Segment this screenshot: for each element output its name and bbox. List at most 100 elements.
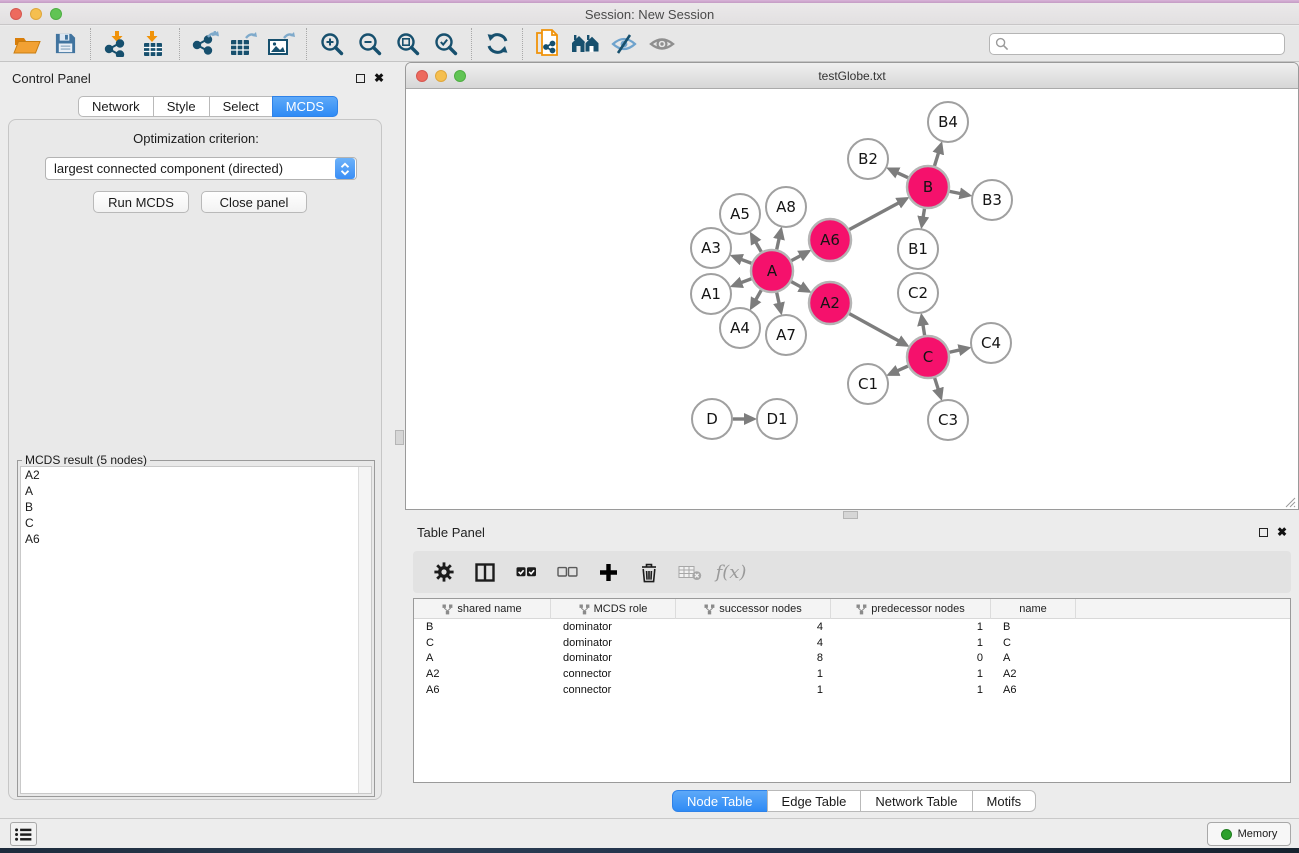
delete-columns-button[interactable] — [636, 562, 662, 583]
column-header-shared-name[interactable]: shared name — [414, 599, 551, 619]
close-panel-icon[interactable]: ✖ — [374, 73, 384, 83]
graph-node-A[interactable]: A — [751, 250, 793, 292]
export-network-button[interactable] — [186, 28, 224, 60]
export-table-button[interactable] — [224, 28, 262, 60]
graph-edge-C-C4[interactable] — [949, 350, 959, 352]
table-cell[interactable]: 1 — [676, 667, 831, 683]
table-cell[interactable]: 1 — [831, 636, 991, 652]
zoom-out-button[interactable] — [351, 28, 389, 60]
tab-network-table[interactable]: Network Table — [860, 790, 972, 812]
memory-button[interactable]: Memory — [1207, 822, 1291, 846]
graph-node-A8[interactable]: A8 — [766, 187, 806, 227]
column-header-name[interactable]: name — [991, 599, 1076, 619]
graph-node-B2[interactable]: B2 — [848, 139, 888, 179]
graph-node-C1[interactable]: C1 — [848, 364, 888, 404]
mcds-result-item[interactable]: C — [21, 515, 371, 531]
table-cell[interactable]: B — [991, 620, 1076, 636]
table-cell[interactable]: connector — [551, 667, 676, 683]
table-row-A2[interactable]: A2connector11A2 — [414, 667, 1290, 683]
mcds-result-item[interactable]: B — [21, 499, 371, 515]
save-session-button[interactable] — [46, 28, 84, 60]
graph-edge-A-A1[interactable] — [741, 279, 751, 283]
open-session-button[interactable] — [8, 28, 46, 60]
refresh-button[interactable] — [478, 28, 516, 60]
graph-edge-A6-B[interactable] — [849, 203, 899, 230]
graph-edge-C-C2[interactable] — [923, 325, 925, 336]
graph-edge-B-B3[interactable] — [950, 191, 961, 193]
mcds-result-list[interactable]: A2ABCA6 — [20, 466, 372, 794]
float-panel-icon[interactable] — [356, 74, 365, 83]
tab-select[interactable]: Select — [209, 96, 273, 117]
mcds-result-item[interactable]: A6 — [21, 531, 371, 547]
graph-node-A2[interactable]: A2 — [809, 282, 851, 324]
table-cell[interactable]: 1 — [831, 620, 991, 636]
import-table-button[interactable] — [135, 28, 173, 60]
network-canvas[interactable]: AA1A2A3A4A5A6A7A8BB1B2B3B4CC1C2C3C4DD1 — [407, 90, 1297, 509]
graph-edge-C-C1[interactable] — [897, 366, 908, 371]
graph-edge-A-A8[interactable] — [777, 238, 779, 249]
network-window-titlebar[interactable]: testGlobe.txt — [406, 63, 1298, 89]
list-scrollbar[interactable] — [358, 467, 371, 793]
mcds-result-item[interactable]: A — [21, 483, 371, 499]
main-titlebar[interactable]: Session: New Session — [0, 3, 1299, 25]
graph-edge-A-A7[interactable] — [777, 292, 779, 303]
run-mcds-button[interactable]: Run MCDS — [93, 191, 189, 213]
table-row-C[interactable]: Cdominator41C — [414, 636, 1290, 652]
graph-node-D[interactable]: D — [692, 399, 732, 439]
float-table-panel-icon[interactable] — [1259, 528, 1268, 537]
close-table-panel-icon[interactable]: ✖ — [1277, 527, 1287, 537]
graph-node-D1[interactable]: D1 — [757, 399, 797, 439]
column-header-MCDS-role[interactable]: MCDS role — [551, 599, 676, 619]
table-cell[interactable]: 4 — [676, 620, 831, 636]
create-new-column-button[interactable] — [595, 563, 621, 582]
table-cell[interactable]: 1 — [676, 683, 831, 699]
zoom-fit-button[interactable] — [389, 28, 427, 60]
close-panel-button[interactable]: Close panel — [201, 191, 307, 213]
tab-edge-table[interactable]: Edge Table — [767, 790, 862, 812]
table-row-A6[interactable]: A6connector11A6 — [414, 683, 1290, 699]
graph-node-B1[interactable]: B1 — [898, 229, 938, 269]
table-cell[interactable]: 1 — [831, 683, 991, 699]
table-cell[interactable]: dominator — [551, 620, 676, 636]
graph-edge-B-B2[interactable] — [897, 173, 908, 178]
table-cell[interactable]: C — [414, 636, 551, 652]
task-history-button[interactable] — [10, 822, 37, 846]
graph-node-A1[interactable]: A1 — [691, 274, 731, 314]
graph-node-B3[interactable]: B3 — [972, 180, 1012, 220]
vertical-splitter-handle[interactable] — [395, 430, 404, 445]
table-cell[interactable]: 8 — [676, 651, 831, 667]
graph-edge-A-A4[interactable] — [756, 290, 762, 300]
table-cell[interactable]: A — [991, 651, 1076, 667]
table-cell[interactable]: A — [414, 651, 551, 667]
graph-edge-A-A6[interactable] — [791, 256, 800, 261]
table-cell[interactable]: connector — [551, 683, 676, 699]
search-input[interactable] — [989, 33, 1285, 55]
zoom-selected-button[interactable] — [427, 28, 465, 60]
graph-node-A4[interactable]: A4 — [720, 308, 760, 348]
graph-node-C2[interactable]: C2 — [898, 273, 938, 313]
hide-graphics-details-button[interactable] — [605, 28, 643, 60]
graph-edge-A2-C[interactable] — [849, 314, 899, 341]
graph-edge-C-C3[interactable] — [935, 378, 939, 390]
table-cell[interactable]: 4 — [676, 636, 831, 652]
graph-node-A6[interactable]: A6 — [809, 219, 851, 261]
graph-node-B[interactable]: B — [907, 166, 949, 208]
table-settings-button[interactable] — [431, 562, 457, 582]
import-network-button[interactable] — [97, 28, 135, 60]
table-row-B[interactable]: Bdominator41B — [414, 620, 1290, 636]
tab-motifs[interactable]: Motifs — [972, 790, 1037, 812]
tab-network[interactable]: Network — [78, 96, 154, 117]
delete-table-button[interactable] — [677, 564, 703, 581]
graph-edge-B-B4[interactable] — [934, 153, 938, 166]
graph-edge-B-B1[interactable] — [923, 209, 924, 218]
table-cell[interactable]: A2 — [991, 667, 1076, 683]
table-cell[interactable]: dominator — [551, 651, 676, 667]
graph-edge-A-A2[interactable] — [791, 282, 801, 287]
table-cell[interactable]: dominator — [551, 636, 676, 652]
table-cell[interactable]: A6 — [991, 683, 1076, 699]
column-header-successor-nodes[interactable]: successor nodes — [676, 599, 831, 619]
table-cell[interactable]: 0 — [831, 651, 991, 667]
graph-node-A3[interactable]: A3 — [691, 228, 731, 268]
table-row-A[interactable]: Adominator80A — [414, 651, 1290, 667]
export-image-button[interactable] — [262, 28, 300, 60]
